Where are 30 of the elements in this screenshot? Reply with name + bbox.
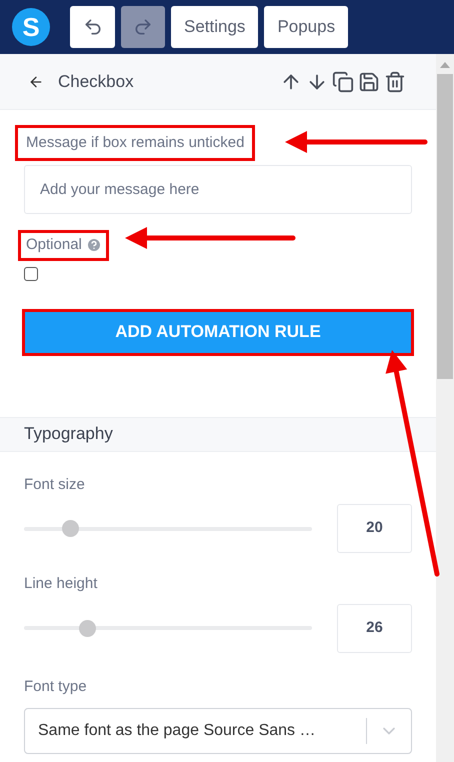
undo-button[interactable] — [70, 6, 115, 48]
optional-text: Optional — [26, 235, 82, 255]
logo: S — [12, 8, 50, 46]
optional-checkbox[interactable] — [24, 266, 38, 280]
back-icon[interactable] — [28, 74, 44, 90]
slider-label: Font size — [24, 474, 86, 494]
undo-icon — [82, 17, 102, 37]
value-field[interactable]: 20 — [337, 504, 412, 553]
toolbar-button[interactable]: Popups — [264, 6, 348, 48]
slider-thumb[interactable] — [79, 620, 96, 636]
font-type-select[interactable]: Same font as the page Source Sans … — [24, 708, 412, 754]
select-value: Same font as the page Source Sans … — [38, 721, 316, 741]
redo-icon — [133, 17, 153, 37]
save-icon[interactable] — [358, 70, 380, 92]
message-field[interactable]: Add your message here — [24, 165, 412, 214]
panel-title: Checkbox — [58, 70, 134, 93]
copy-icon[interactable] — [332, 70, 354, 92]
field-label: Message if box remains unticked — [26, 134, 244, 151]
slider[interactable] — [24, 620, 312, 636]
scrollbar[interactable] — [436, 54, 454, 762]
toolbar-button[interactable]: Settings — [171, 6, 258, 48]
trash-icon[interactable] — [384, 70, 406, 92]
slider-thumb[interactable] — [62, 520, 80, 537]
slider-label: Line height — [24, 574, 98, 594]
section-title: Typography — [24, 423, 113, 446]
help-icon — [86, 237, 102, 254]
value-field[interactable]: 26 — [337, 604, 412, 652]
select-label: Font type — [24, 676, 88, 696]
slider[interactable] — [24, 520, 312, 537]
scrollbar-thumb[interactable] — [437, 74, 453, 379]
